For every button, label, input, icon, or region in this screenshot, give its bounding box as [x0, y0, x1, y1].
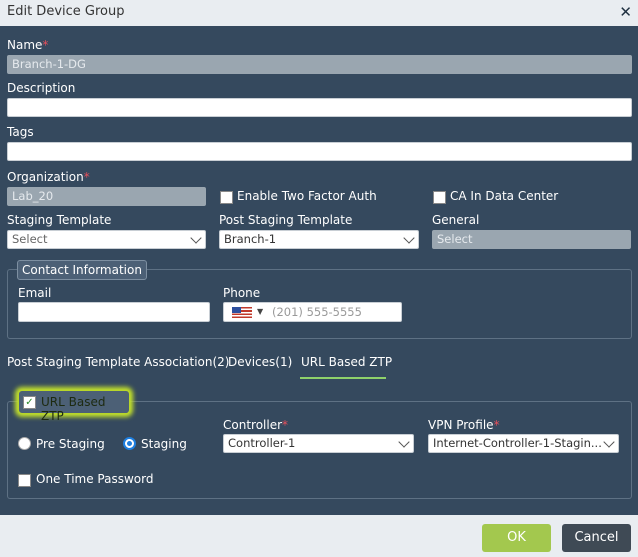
staging-label: Staging — [141, 437, 187, 451]
ca-in-data-center-label: CA In Data Center — [450, 189, 559, 203]
email-label: Email — [18, 286, 52, 300]
cancel-button[interactable]: Cancel — [562, 524, 631, 552]
ok-button[interactable]: OK — [482, 524, 551, 552]
active-tab-indicator — [300, 377, 386, 379]
general-label: General — [432, 213, 480, 227]
organization-input[interactable]: Lab_20 — [7, 187, 206, 206]
us-flag-icon[interactable] — [232, 307, 252, 318]
staging-template-select[interactable]: Select — [7, 230, 206, 249]
one-time-password-checkbox[interactable] — [18, 474, 31, 487]
url-based-ztp-label: URL Based ZTP — [41, 395, 106, 423]
one-time-password-label: One Time Password — [36, 472, 154, 486]
staging-radio[interactable] — [123, 437, 136, 450]
controller-value: Controller-1 — [228, 436, 296, 450]
close-icon[interactable]: ✕ — [619, 3, 632, 21]
phone-label: Phone — [223, 286, 261, 300]
vpn-profile-select[interactable]: Internet-Controller-1-Stagin... — [428, 434, 619, 453]
email-input[interactable] — [18, 302, 210, 322]
post-staging-template-value: Branch-1 — [224, 232, 277, 246]
staging-template-label: Staging Template — [7, 213, 112, 227]
vpn-profile-label: VPN Profile* — [428, 418, 500, 432]
dialog-title: Edit Device Group — [7, 4, 125, 19]
chevron-down-icon — [403, 232, 415, 244]
country-caret-icon[interactable]: ▼ — [257, 304, 263, 319]
tab-devices[interactable]: Devices(1) — [228, 355, 292, 369]
description-label: Description — [7, 81, 76, 95]
chevron-down-icon — [603, 436, 615, 448]
pre-staging-radio[interactable] — [18, 437, 31, 450]
name-label: Name* — [7, 38, 49, 52]
tab-post-staging-template-association[interactable]: Post Staging Template Association(2) — [7, 355, 229, 369]
chevron-down-icon — [398, 436, 410, 448]
controller-label: Controller* — [223, 418, 289, 432]
description-input[interactable] — [7, 98, 632, 117]
tags-label: Tags — [7, 125, 34, 139]
contact-information-legend: Contact Information — [17, 260, 147, 280]
tab-url-based-ztp[interactable]: URL Based ZTP — [301, 355, 392, 369]
staging-template-value: Select — [12, 232, 48, 246]
phone-input[interactable]: ▼ (201) 555-5555 — [223, 302, 402, 322]
name-input[interactable]: Branch-1-DG — [7, 55, 632, 74]
controller-select[interactable]: Controller-1 — [223, 434, 414, 453]
organization-label: Organization* — [7, 170, 90, 184]
general-select[interactable]: Select — [432, 230, 631, 249]
two-factor-checkbox[interactable] — [220, 191, 233, 204]
phone-placeholder: (201) 555-5555 — [272, 305, 362, 319]
url-based-ztp-legend[interactable]: ✓ URL Based ZTP — [18, 390, 130, 423]
post-staging-template-label: Post Staging Template — [219, 213, 353, 227]
dialog-title-bar: Edit Device Group ✕ — [0, 0, 638, 26]
post-staging-template-select[interactable]: Branch-1 — [219, 230, 419, 249]
pre-staging-label: Pre Staging — [36, 437, 105, 451]
vpn-profile-value: Internet-Controller-1-Stagin... — [433, 436, 602, 450]
chevron-down-icon — [190, 232, 202, 244]
checkmark-icon[interactable]: ✓ — [23, 396, 36, 409]
tags-input[interactable] — [7, 142, 632, 161]
ca-in-data-center-checkbox[interactable] — [433, 191, 446, 204]
two-factor-label: Enable Two Factor Auth — [237, 189, 377, 203]
